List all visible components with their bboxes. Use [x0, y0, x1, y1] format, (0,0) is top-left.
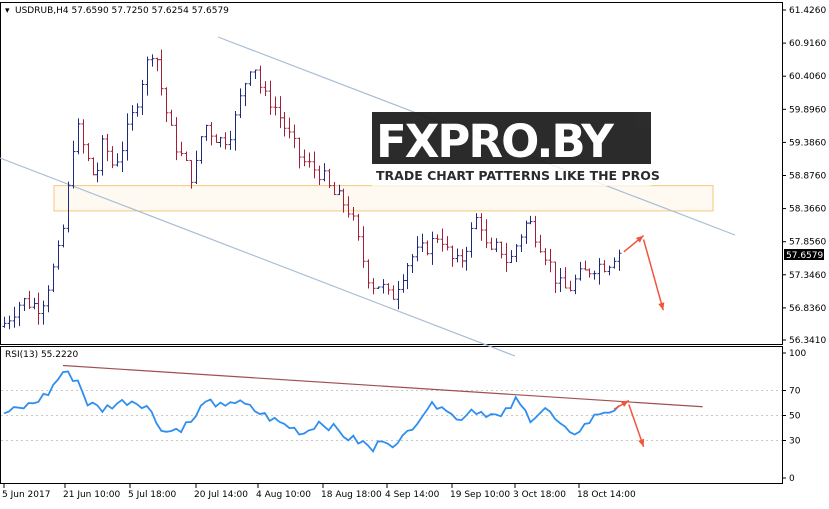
time-tick-label: 5 Jul 18:00: [128, 490, 177, 500]
support-zone: [53, 185, 714, 212]
time-tick-label: 18 Oct 14:00: [577, 490, 636, 500]
price-tick-label: 57.8560: [789, 238, 826, 248]
time-tick-label: 20 Jul 14:00: [194, 490, 248, 500]
price-tick-label: 58.3660: [789, 205, 826, 215]
trading-chart[interactable]: FXPRO.BY TRADE CHART PATTERNS LIKE THE P…: [0, 0, 829, 505]
time-tick-label: 4 Aug 10:00: [256, 490, 311, 500]
chart-window: FXPRO.BY TRADE CHART PATTERNS LIKE THE P…: [0, 0, 829, 505]
rsi-tick-label: 70: [789, 387, 801, 397]
current-price-tag: 57.6579: [784, 249, 824, 261]
time-tick-label: 21 Jun 10:00: [63, 490, 120, 500]
price-tick-label: 61.4260: [789, 6, 826, 16]
price-tick-label: 59.8960: [789, 105, 826, 115]
time-tick-label: 5 Jun 2017: [2, 490, 50, 500]
rsi-tick-label: 50: [789, 412, 801, 422]
time-tick-label: 3 Oct 18:00: [513, 490, 566, 500]
rsi-tick-label: 100: [789, 349, 806, 359]
time-tick-label: 4 Sep 14:00: [385, 490, 440, 500]
price-tick-label: 56.3410: [789, 336, 826, 346]
price-tick-label: 56.8360: [789, 304, 826, 314]
price-tick-label: 59.3860: [789, 138, 826, 148]
rsi-header: RSI(13) 55.2220: [5, 350, 78, 360]
price-tick-label: 60.4060: [789, 72, 826, 82]
rsi-tick-label: 0: [789, 474, 795, 484]
time-tick-label: 19 Sep 10:00: [450, 490, 510, 500]
support-zone-layer: [53, 185, 714, 212]
price-tick-label: 57.3460: [789, 271, 826, 281]
chart-background: [0, 0, 829, 505]
price-tick-label: 58.8760: [789, 171, 826, 181]
brand-tagline: TRADE CHART PATTERNS LIKE THE PROS: [376, 168, 660, 183]
rsi-tick-label: 30: [789, 437, 801, 447]
current-price-label: 57.6579: [786, 251, 823, 261]
time-tick-label: 18 Aug 18:00: [321, 490, 382, 500]
price-header: USDRUB,H4 57.6590 57.7250 57.6254 57.657…: [15, 6, 229, 16]
price-header-dropdown-icon[interactable]: ▾: [5, 6, 10, 16]
price-tick-label: 60.9160: [789, 39, 826, 49]
brand-watermark: FXPRO.BY TRADE CHART PATTERNS LIKE THE P…: [372, 112, 660, 186]
brand-logo-text: FXPRO.BY: [376, 115, 615, 168]
